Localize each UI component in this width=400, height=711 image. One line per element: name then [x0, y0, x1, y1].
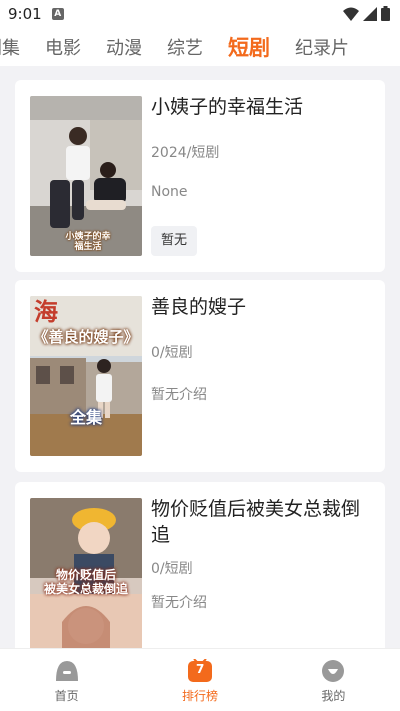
nav-profile[interactable]: 我的 — [267, 649, 400, 711]
poster-thumbnail[interactable]: 海 《善良的嫂子》 全集 — [30, 296, 142, 456]
list-item[interactable]: 海 《善良的嫂子》 全集 善良的嫂子 0/短剧 暂无介绍 — [15, 280, 385, 472]
drama-list: 小姨子的幸 福生活 小姨子的幸福生活 2024/短剧 None 暂无 海 《善良… — [0, 66, 400, 648]
item-meta: 2024/短剧 — [151, 145, 220, 161]
item-extra: 暂无介绍 — [151, 387, 207, 403]
signal-icon — [363, 6, 377, 21]
status-indicators — [343, 6, 390, 21]
bottom-nav: 首页 7 排行榜 我的 — [0, 648, 400, 711]
profile-icon — [322, 660, 345, 682]
tab-series[interactable]: 剧集 — [0, 34, 20, 60]
nav-ranking-label: 排行榜 — [181, 689, 218, 703]
poster-thumbnail[interactable]: 物价贬值后 被美女总裁倒追 — [30, 498, 142, 648]
notification-badge-icon: A — [51, 8, 64, 20]
tab-short-drama[interactable]: 短剧 — [228, 32, 270, 62]
category-tabs: 剧集 电影 动漫 综艺 短剧 纪录片 — [0, 28, 400, 66]
item-title[interactable]: 善良的嫂子 — [151, 294, 373, 320]
nav-ranking[interactable]: 7 排行榜 — [133, 649, 266, 711]
battery-icon — [381, 6, 390, 21]
ranking-badge-number: 7 — [196, 662, 205, 676]
tab-documentary[interactable]: 纪录片 — [295, 34, 349, 60]
item-title[interactable]: 物价贬值后被美女总裁倒追 — [151, 496, 373, 548]
poster-title: 《善良的嫂子》 — [33, 328, 139, 346]
nav-profile-label: 我的 — [321, 689, 346, 703]
tab-anime[interactable]: 动漫 — [106, 34, 142, 60]
item-extra: None — [151, 184, 188, 200]
list-item[interactable]: 物价贬值后 被美女总裁倒追 物价贬值后被美女总裁倒追 0/短剧 暂无介绍 — [15, 482, 385, 648]
item-meta: 0/短剧 — [151, 345, 193, 361]
tab-variety[interactable]: 综艺 — [167, 34, 203, 60]
poster-caption: 物价贬值后 被美女总裁倒追 — [43, 568, 128, 596]
poster-thumbnail[interactable]: 小姨子的幸 福生活 — [30, 96, 142, 256]
status-bar: 9:01 A — [0, 0, 400, 28]
tab-movies[interactable]: 电影 — [45, 34, 81, 60]
list-item[interactable]: 小姨子的幸 福生活 小姨子的幸福生活 2024/短剧 None 暂无 — [15, 80, 385, 272]
status-badge: 暂无 — [151, 226, 198, 256]
home-icon — [55, 661, 78, 681]
status-time: 9:01 — [8, 5, 42, 23]
poster-caption: 全集 — [69, 408, 102, 427]
item-meta: 0/短剧 — [151, 561, 193, 577]
poster-caption: 小姨子的幸 福生活 — [65, 232, 111, 252]
item-title[interactable]: 小姨子的幸福生活 — [151, 94, 373, 120]
poster-corner-text: 海 — [34, 298, 58, 326]
nav-home[interactable]: 首页 — [0, 649, 133, 711]
item-extra: 暂无介绍 — [151, 595, 207, 611]
wifi-icon — [343, 7, 359, 21]
nav-home-label: 首页 — [54, 689, 79, 703]
